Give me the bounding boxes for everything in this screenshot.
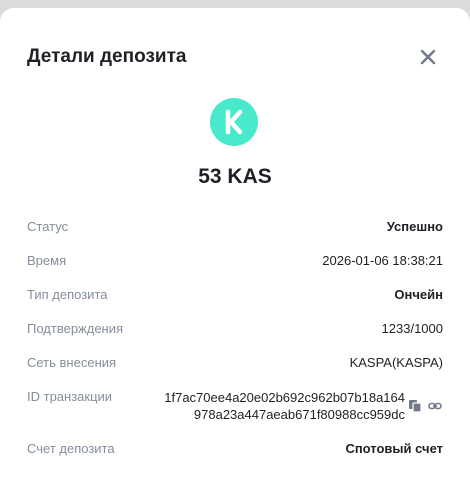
- copy-icon[interactable]: [408, 399, 422, 413]
- status-value: Успешно: [386, 219, 443, 234]
- dialog-header: Детали депозита: [27, 44, 443, 70]
- deposit-details-dialog: Детали депозита 53 KAS Статус Успешно Вр…: [0, 8, 470, 484]
- deposit-account-value: Спотовый счет: [345, 441, 443, 456]
- link-icon[interactable]: [428, 399, 442, 413]
- time-label: Время: [27, 253, 67, 268]
- tx-id-line-1: 1f7ac70ee4a20e02b692c962b07b18a164: [164, 390, 405, 405]
- deposit-type-value: Ончейн: [394, 287, 443, 302]
- close-icon[interactable]: [419, 48, 437, 66]
- kaspa-logo-icon: [210, 98, 258, 146]
- dialog-title: Детали депозита: [27, 46, 187, 67]
- tx-id-line-2: 978a23a447aeab671f80988cc959dc: [193, 407, 405, 422]
- confirmations-value: 1233/1000: [381, 321, 443, 336]
- deposit-amount: 53 KAS: [198, 165, 272, 188]
- status-label: Статус: [27, 219, 69, 234]
- network-value: KASPA(KASPA): [349, 355, 443, 370]
- deposit-type-label: Тип депозита: [27, 287, 108, 302]
- time-value: 2026-01-06 18:38:21: [322, 253, 443, 268]
- network-label: Сеть внесения: [27, 355, 117, 370]
- tx-id-label: ID транзакции: [27, 389, 113, 404]
- confirmations-label: Подтверждения: [27, 321, 124, 336]
- deposit-account-label: Счет депозита: [27, 441, 115, 456]
- tx-id-value: 1f7ac70ee4a20e02b692c962b07b18a164 978a2…: [164, 389, 405, 423]
